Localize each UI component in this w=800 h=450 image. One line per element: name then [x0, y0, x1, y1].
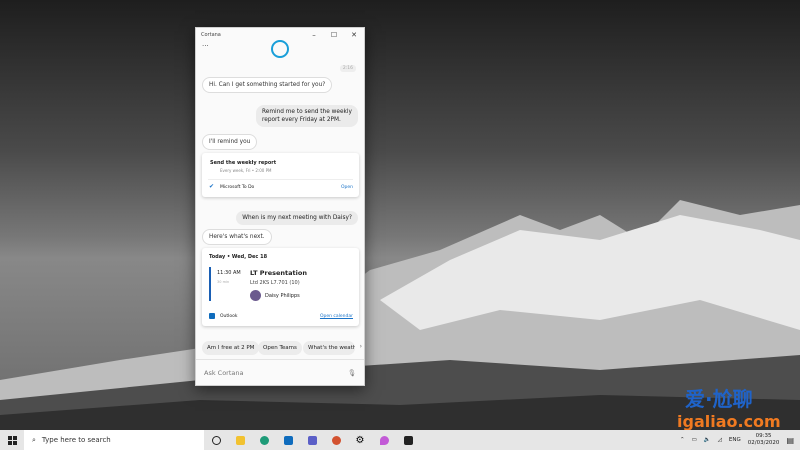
clock-time: 09:35	[755, 433, 772, 439]
language-indicator[interactable]: ENG	[729, 437, 741, 443]
mountain-image	[0, 200, 800, 430]
start-button[interactable]	[0, 430, 24, 450]
search-icon: ⌕	[32, 435, 36, 444]
todo-check-icon: ✔	[209, 183, 215, 190]
more-options-button[interactable]: ···	[202, 42, 209, 50]
chevron-right-icon[interactable]: ›	[360, 343, 362, 350]
system-tray: ⌃ ▭ 🔈 ◿ ENG 09:35 02/03/2020 ▤	[680, 430, 800, 450]
ask-placeholder: Ask Cortana	[204, 368, 244, 377]
meeting-duration: 30 min	[217, 280, 230, 284]
cortana-logo-icon	[271, 40, 289, 58]
network-icon[interactable]: ◿	[718, 437, 722, 443]
cortana-message: I'll remind you	[202, 134, 258, 150]
outlook-icon	[209, 313, 215, 319]
attendee-avatar	[250, 290, 261, 301]
desktop-wallpaper	[0, 0, 800, 430]
suggestion-chip[interactable]: Am I free at 2 PM	[202, 341, 260, 355]
cortana-icon[interactable]	[204, 430, 228, 450]
user-message: When is my next meeting with Daisy?	[236, 211, 358, 225]
microphone-icon[interactable]: 🎙	[348, 369, 356, 377]
chevron-up-icon[interactable]: ⌃	[680, 437, 685, 443]
volume-icon[interactable]: 🔈	[704, 437, 711, 443]
minimize-button[interactable]: –	[304, 31, 324, 39]
meeting-app: Outlook	[220, 314, 238, 319]
settings-icon[interactable]: ⚙	[348, 430, 372, 450]
clock-date: 02/03/2020	[747, 440, 780, 446]
meeting-title: LT Presentation	[250, 269, 307, 277]
meeting-card[interactable]: Today • Wed, Dec 18 11:30 AM 30 min LT P…	[202, 248, 359, 326]
meeting-accent-bar	[209, 267, 211, 301]
open-calendar-link[interactable]: Open calendar	[320, 314, 353, 319]
store-icon[interactable]	[396, 430, 420, 450]
battery-icon[interactable]: ▭	[692, 437, 697, 443]
reminder-card[interactable]: Send the weekly report Every week, Fri •…	[202, 153, 359, 197]
suggestion-chip[interactable]: Open Teams	[258, 341, 302, 355]
edge-icon[interactable]	[252, 430, 276, 450]
powerpoint-icon[interactable]	[324, 430, 348, 450]
outlook-icon[interactable]	[276, 430, 300, 450]
search-placeholder: Type here to search	[41, 436, 111, 444]
window-title: Cortana	[201, 32, 221, 38]
suggestion-chip[interactable]: What's the weather	[303, 341, 355, 355]
attendee-name: Daisy Philipps	[265, 293, 300, 299]
reminder-title: Send the weekly report	[210, 160, 277, 166]
cortana-window: Cortana – ☐ ✕ ··· 2:16 Hi. Can I get som…	[195, 27, 365, 386]
timestamp: 2:16	[339, 65, 356, 72]
ask-cortana-input[interactable]: Ask Cortana 🎙	[196, 359, 364, 385]
meeting-time: 11:30 AM	[217, 270, 241, 276]
meeting-location: Ltd 2KS L7.701 (10)	[250, 280, 300, 286]
taskbar-search-box[interactable]: ⌕ Type here to search	[24, 430, 204, 450]
reminder-app: Microsoft To Do	[220, 185, 255, 190]
maximize-button[interactable]: ☐	[324, 31, 344, 39]
user-message: Remind me to send the weekly report ever…	[256, 105, 358, 127]
meeting-date: Today • Wed, Dec 18	[209, 254, 268, 260]
teams-icon[interactable]	[300, 430, 324, 450]
taskbar: ⌕ Type here to search ⚙ ⌃ ▭ 🔈 ◿ ENG 09:35…	[0, 430, 800, 450]
file-explorer-icon[interactable]	[228, 430, 252, 450]
cortana-message: Here's what's next.	[202, 229, 272, 245]
cortana-message: Hi. Can I get something started for you?	[202, 77, 333, 93]
notification-icon[interactable]: ▤	[786, 436, 794, 445]
clock[interactable]: 09:35 02/03/2020	[748, 433, 780, 447]
reminder-subtitle: Every week, Fri • 2:00 PM	[220, 168, 272, 173]
open-todo-link[interactable]: Open	[341, 185, 353, 190]
close-button[interactable]: ✕	[344, 31, 364, 39]
paint-icon[interactable]	[372, 430, 396, 450]
